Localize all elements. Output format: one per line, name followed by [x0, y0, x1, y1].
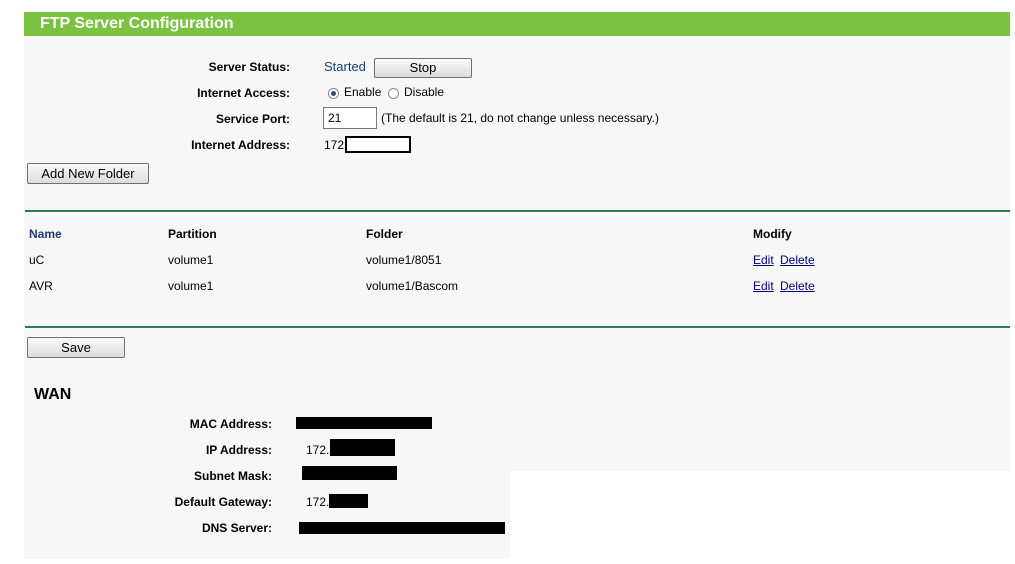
divider-bottom [25, 326, 1010, 328]
row-folder: volume1/Bascom [366, 279, 459, 293]
redacted-subnet-mask [302, 466, 397, 480]
service-port-input[interactable] [323, 107, 377, 129]
wan-panel-tail [24, 471, 510, 559]
column-header-modify: Modify [753, 227, 792, 241]
row-partition: volume1 [168, 279, 214, 293]
stop-button[interactable]: Stop [374, 58, 472, 78]
internet-address-label: Internet Address: [191, 138, 290, 152]
edit-link[interactable]: Edit [753, 279, 774, 293]
enable-label: Enable [344, 85, 382, 99]
ip-address-prefix: 172. [306, 443, 330, 457]
redacted-mac-address [296, 417, 432, 429]
subnet-mask-label: Subnet Mask: [193, 469, 272, 483]
edit-link[interactable]: Edit [753, 253, 774, 267]
row-partition: volume1 [168, 253, 214, 267]
redacted-dns-server [299, 522, 505, 534]
disable-label: Disable [404, 85, 445, 99]
redacted-default-gateway [329, 494, 368, 508]
default-gateway-prefix: 172. [306, 495, 330, 509]
row-folder: volume1/8051 [366, 253, 442, 267]
redacted-internet-address [345, 136, 411, 153]
page-title: FTP Server Configuration [40, 15, 234, 32]
column-header-folder: Folder [366, 227, 403, 241]
row-name: AVR [29, 279, 53, 293]
divider-top [25, 210, 1010, 212]
internet-access-label: Internet Access: [197, 86, 290, 100]
row-name: uC [29, 253, 45, 267]
column-header-partition: Partition [168, 227, 217, 241]
mac-address-label: MAC Address: [189, 417, 272, 431]
delete-link[interactable]: Delete [780, 253, 815, 267]
wan-heading: WAN [34, 386, 72, 403]
save-button[interactable]: Save [27, 337, 125, 358]
default-gateway-label: Default Gateway: [174, 495, 272, 509]
service-port-label: Service Port: [215, 112, 290, 126]
column-header-name: Name [29, 227, 62, 241]
server-status-label: Server Status: [208, 60, 290, 74]
title-bar: FTP Server Configuration [24, 12, 1010, 36]
service-port-hint: (The default is 21, do not change unless… [381, 111, 659, 125]
ip-address-label: IP Address: [205, 443, 272, 457]
enable-radio[interactable] [328, 88, 339, 99]
add-new-folder-button[interactable]: Add New Folder [27, 163, 149, 184]
disable-radio[interactable] [388, 88, 399, 99]
config-panel [24, 12, 1010, 471]
server-status-value: Started [324, 59, 366, 74]
internet-address-prefix: 172. [324, 138, 348, 152]
delete-link[interactable]: Delete [780, 279, 815, 293]
redacted-ip-address [330, 439, 395, 456]
dns-server-label: DNS Server: [201, 521, 272, 535]
